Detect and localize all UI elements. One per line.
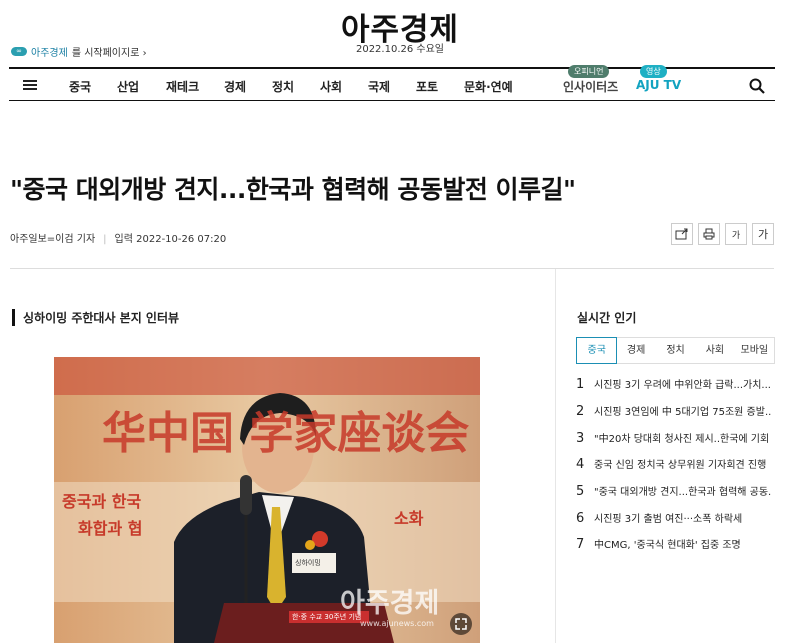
banner-korean-text-3: 소화 — [394, 509, 424, 528]
rank-title: "중국 대외개방 견지...한국과 협력해 공동... — [594, 487, 772, 498]
rank-number: 4 — [576, 457, 585, 472]
nav-economy[interactable]: 경제 — [224, 78, 246, 95]
rank-title: 시진핑 3연임에 中 5대기업 75조원 증발... — [594, 407, 772, 418]
photo-watermark: 아주경제 — [340, 588, 440, 619]
rank-number: 2 — [576, 404, 585, 419]
popular-item[interactable]: 1 시진핑 3기 우려에 中위안화 급락...가치... — [576, 376, 772, 392]
nav-insighters[interactable]: 인사이터즈 — [563, 78, 618, 95]
column-divider — [555, 269, 556, 643]
popular-item[interactable]: 7 中CMG, '중국식 현대화' 집중 조명 — [576, 536, 772, 552]
article-photo[interactable]: 华中国 学家座谈会 중국과 한국 화합과 협 소화 싱하이밍 한·중 수교 30… — [54, 357, 480, 643]
nav-ajutv[interactable]: AJU TV — [636, 78, 681, 92]
search-icon[interactable] — [749, 78, 765, 94]
print-button[interactable] — [698, 223, 720, 245]
nav-politics[interactable]: 정치 — [272, 78, 294, 95]
popular-item[interactable]: 5 "중국 대외개방 견지...한국과 협력해 공동... — [576, 483, 772, 499]
homepage-text: 를 시작페이지로 › — [71, 48, 147, 59]
expand-photo-button[interactable] — [450, 613, 472, 635]
popular-title: 실시간 인기 — [577, 311, 637, 325]
nav-society[interactable]: 사회 — [320, 78, 342, 95]
popular-item[interactable]: 3 "中20차 당대회 청사진 제시..한국에 기회 ... — [576, 430, 772, 446]
nav-industry[interactable]: 산업 — [117, 78, 139, 95]
share-icon — [675, 228, 688, 240]
photo-watermark-url: www.ajunews.com — [360, 619, 434, 628]
menu-icon[interactable] — [23, 80, 37, 90]
main-nav: 중국 산업 재테크 경제 정치 사회 국제 포토 문화·연예 오피니언 인사이터… — [9, 65, 775, 101]
rank-title: "中20차 당대회 청사진 제시..한국에 기회 ... — [594, 434, 772, 445]
banner-chinese-text: 华中国 学家座谈会 — [102, 408, 470, 459]
print-icon — [703, 228, 715, 240]
video-badge: 영상 — [640, 65, 667, 78]
banner-korean-text-1: 중국과 한국 — [62, 492, 142, 511]
nav-china[interactable]: 중국 — [69, 78, 91, 95]
article-subtitle: 싱하이밍 주한대사 본지 인터뷰 — [12, 309, 179, 326]
banner-korean-text-2: 화합과 협 — [78, 519, 143, 538]
rank-number: 3 — [576, 431, 585, 446]
homepage-brand: 아주경제 — [31, 48, 68, 59]
tab-politics[interactable]: 정치 — [656, 338, 695, 363]
rank-title: 中CMG, '중국식 현대화' 집중 조명 — [594, 540, 741, 551]
rank-number: 7 — [576, 537, 585, 552]
set-homepage-link[interactable]: ∞ 아주경제 를 시작페이지로 › — [11, 44, 147, 59]
rank-number: 1 — [576, 377, 585, 392]
rank-number: 6 — [576, 511, 585, 526]
reporter-name: 아주일보=이검 기자 — [10, 234, 96, 245]
speaker-nametag: 싱하이밍 — [295, 559, 321, 567]
share-button[interactable] — [671, 223, 693, 245]
rank-title: 시진핑 3기 우려에 中위안화 급락...가치... — [594, 380, 771, 391]
tab-china[interactable]: 중국 — [576, 337, 618, 364]
divider — [10, 268, 774, 269]
rank-title: 중국 신임 정치국 상무위원 기자회견 진행 — [594, 460, 767, 471]
nav-photo[interactable]: 포토 — [416, 78, 438, 95]
nav-culture[interactable]: 문화·연예 — [464, 78, 513, 95]
publish-time: 입력 2022-10-26 07:20 — [114, 234, 227, 245]
popular-item[interactable]: 6 시진핑 3기 출범 여진···소폭 하락세 — [576, 510, 772, 526]
rank-number: 5 — [576, 484, 585, 499]
tab-mobile[interactable]: 모바일 — [735, 338, 774, 363]
article-tools: 가 가 — [671, 223, 774, 245]
font-decrease-button[interactable]: 가 — [725, 223, 747, 245]
popular-tabs: 중국 경제 정치 사회 모바일 — [576, 337, 775, 364]
rank-title: 시진핑 3기 출범 여진···소폭 하락세 — [594, 514, 743, 525]
article-headline: "중국 대외개방 견지...한국과 협력해 공동발전 이루길" — [10, 175, 576, 204]
tab-economy[interactable]: 경제 — [616, 338, 655, 363]
aju-logo-icon: ∞ — [11, 47, 27, 56]
nav-international[interactable]: 국제 — [368, 78, 390, 95]
nav-finance[interactable]: 재테크 — [166, 78, 199, 95]
font-increase-button[interactable]: 가 — [752, 223, 774, 245]
expand-icon — [455, 618, 467, 630]
popular-item[interactable]: 2 시진핑 3연임에 中 5대기업 75조원 증발... — [576, 403, 772, 419]
article-byline: 아주일보=이검 기자 | 입력 2022-10-26 07:20 — [10, 234, 227, 245]
popular-item[interactable]: 4 중국 신임 정치국 상무위원 기자회견 진행 — [576, 456, 772, 472]
opinion-badge: 오피니언 — [568, 65, 610, 78]
tab-society[interactable]: 사회 — [695, 338, 734, 363]
